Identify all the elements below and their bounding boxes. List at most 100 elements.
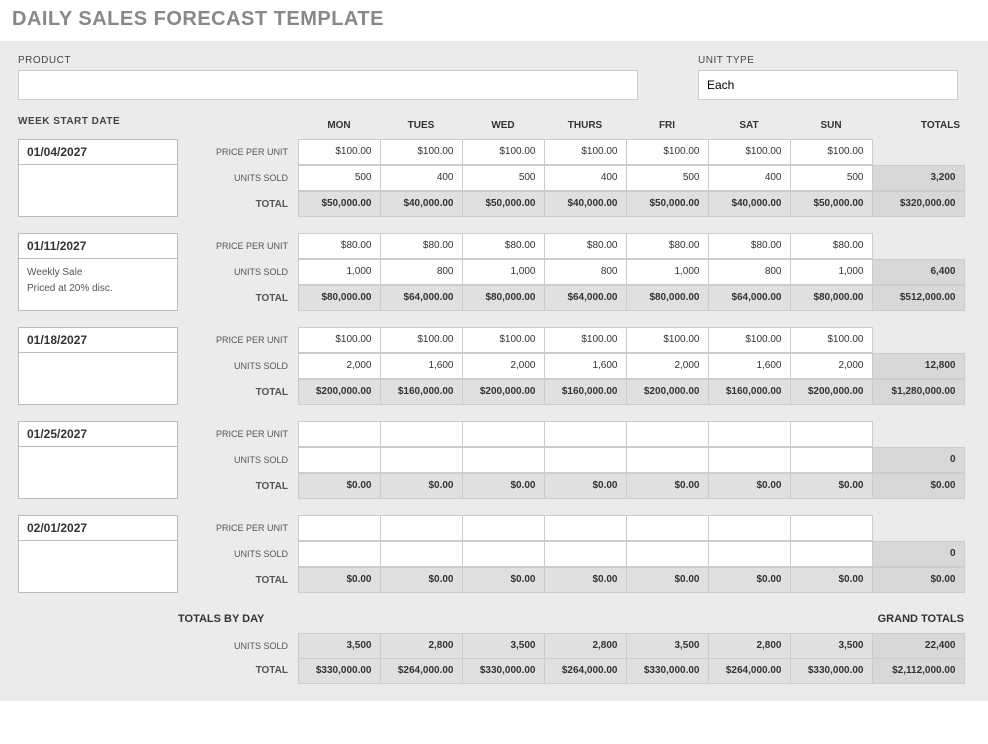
units-cell[interactable]: 1,000 — [626, 259, 709, 285]
units-cell[interactable]: 1,000 — [790, 259, 873, 285]
units-cell[interactable] — [708, 541, 791, 567]
units-cell[interactable] — [790, 541, 873, 567]
price-cell[interactable] — [380, 421, 463, 447]
units-cell[interactable] — [298, 447, 381, 473]
price-cell[interactable]: $80.00 — [626, 233, 709, 259]
price-cell[interactable]: $80.00 — [462, 233, 545, 259]
units-cell[interactable] — [380, 541, 463, 567]
price-cell[interactable] — [298, 421, 381, 447]
price-cell[interactable] — [626, 421, 709, 447]
units-cell[interactable] — [626, 541, 709, 567]
day-money-total[interactable]: $330,000.00 — [462, 658, 545, 684]
units-cell[interactable]: 800 — [380, 259, 463, 285]
price-cell[interactable]: $80.00 — [790, 233, 873, 259]
week-date-input[interactable]: 01/25/2027 — [18, 421, 178, 447]
price-cell[interactable] — [544, 515, 627, 541]
day-total-cell[interactable]: $160,000.00 — [708, 379, 791, 405]
week-notes[interactable] — [18, 541, 178, 593]
week-date-input[interactable]: 01/04/2027 — [18, 139, 178, 165]
day-total-cell[interactable]: $200,000.00 — [462, 379, 545, 405]
day-total-cell[interactable]: $0.00 — [626, 473, 709, 499]
price-cell[interactable]: $100.00 — [790, 327, 873, 353]
day-total-cell[interactable]: $0.00 — [708, 473, 791, 499]
price-cell[interactable] — [790, 421, 873, 447]
week-date-input[interactable]: 01/18/2027 — [18, 327, 178, 353]
units-cell[interactable]: 400 — [708, 165, 791, 191]
week-units-total[interactable]: 6,400 — [872, 259, 965, 285]
price-cell[interactable] — [462, 421, 545, 447]
day-total-cell[interactable]: $0.00 — [708, 567, 791, 593]
price-cell[interactable]: $100.00 — [626, 139, 709, 165]
day-total-cell[interactable]: $0.00 — [462, 473, 545, 499]
units-cell[interactable]: 1,600 — [380, 353, 463, 379]
units-cell[interactable]: 500 — [626, 165, 709, 191]
price-cell[interactable]: $80.00 — [380, 233, 463, 259]
price-cell[interactable]: $100.00 — [380, 139, 463, 165]
day-money-total[interactable]: $330,000.00 — [298, 658, 381, 684]
day-total-cell[interactable]: $0.00 — [298, 473, 381, 499]
units-cell[interactable]: 500 — [462, 165, 545, 191]
unit-type-input[interactable] — [698, 70, 958, 100]
day-money-total[interactable]: $330,000.00 — [790, 658, 873, 684]
price-cell[interactable]: $100.00 — [626, 327, 709, 353]
price-cell[interactable] — [708, 515, 791, 541]
week-units-total[interactable]: 3,200 — [872, 165, 965, 191]
day-total-cell[interactable]: $200,000.00 — [626, 379, 709, 405]
grand-units-total[interactable]: 22,400 — [872, 633, 965, 659]
week-row-total[interactable]: $320,000.00 — [872, 191, 965, 217]
units-cell[interactable]: 400 — [544, 165, 627, 191]
day-total-cell[interactable]: $0.00 — [380, 567, 463, 593]
day-total-cell[interactable]: $40,000.00 — [544, 191, 627, 217]
day-total-cell[interactable]: $160,000.00 — [380, 379, 463, 405]
units-cell[interactable]: 1,000 — [462, 259, 545, 285]
price-cell[interactable]: $100.00 — [380, 327, 463, 353]
day-total-cell[interactable]: $40,000.00 — [380, 191, 463, 217]
units-cell[interactable]: 800 — [544, 259, 627, 285]
day-units-total[interactable]: 3,500 — [298, 633, 381, 659]
day-total-cell[interactable]: $0.00 — [790, 567, 873, 593]
units-cell[interactable] — [380, 447, 463, 473]
day-total-cell[interactable]: $50,000.00 — [626, 191, 709, 217]
day-units-total[interactable]: 3,500 — [462, 633, 545, 659]
week-notes[interactable] — [18, 353, 178, 405]
price-cell[interactable] — [544, 421, 627, 447]
day-total-cell[interactable]: $200,000.00 — [298, 379, 381, 405]
units-cell[interactable] — [626, 447, 709, 473]
price-cell[interactable]: $80.00 — [544, 233, 627, 259]
day-units-total[interactable]: 3,500 — [626, 633, 709, 659]
week-row-total[interactable]: $1,280,000.00 — [872, 379, 965, 405]
price-cell[interactable]: $100.00 — [298, 327, 381, 353]
price-cell[interactable]: $100.00 — [790, 139, 873, 165]
day-total-cell[interactable]: $0.00 — [380, 473, 463, 499]
price-cell[interactable]: $100.00 — [544, 327, 627, 353]
price-cell[interactable]: $100.00 — [462, 139, 545, 165]
day-money-total[interactable]: $330,000.00 — [626, 658, 709, 684]
day-units-total[interactable]: 2,800 — [380, 633, 463, 659]
price-cell[interactable] — [380, 515, 463, 541]
day-money-total[interactable]: $264,000.00 — [380, 658, 463, 684]
units-cell[interactable] — [462, 447, 545, 473]
price-cell[interactable] — [462, 515, 545, 541]
day-total-cell[interactable]: $80,000.00 — [626, 285, 709, 311]
day-total-cell[interactable]: $0.00 — [626, 567, 709, 593]
week-notes[interactable]: Weekly SalePriced at 20% disc. — [18, 259, 178, 311]
units-cell[interactable] — [790, 447, 873, 473]
units-cell[interactable] — [544, 447, 627, 473]
day-units-total[interactable]: 2,800 — [708, 633, 791, 659]
price-cell[interactable] — [626, 515, 709, 541]
day-total-cell[interactable]: $200,000.00 — [790, 379, 873, 405]
price-cell[interactable]: $100.00 — [462, 327, 545, 353]
day-total-cell[interactable]: $50,000.00 — [462, 191, 545, 217]
day-total-cell[interactable]: $50,000.00 — [790, 191, 873, 217]
week-date-input[interactable]: 02/01/2027 — [18, 515, 178, 541]
units-cell[interactable]: 2,000 — [298, 353, 381, 379]
units-cell[interactable]: 500 — [298, 165, 381, 191]
day-total-cell[interactable]: $0.00 — [462, 567, 545, 593]
week-row-total[interactable]: $512,000.00 — [872, 285, 965, 311]
week-notes[interactable] — [18, 165, 178, 217]
day-total-cell[interactable]: $80,000.00 — [298, 285, 381, 311]
units-cell[interactable]: 1,600 — [708, 353, 791, 379]
week-date-input[interactable]: 01/11/2027 — [18, 233, 178, 259]
day-total-cell[interactable]: $64,000.00 — [544, 285, 627, 311]
units-cell[interactable]: 2,000 — [626, 353, 709, 379]
